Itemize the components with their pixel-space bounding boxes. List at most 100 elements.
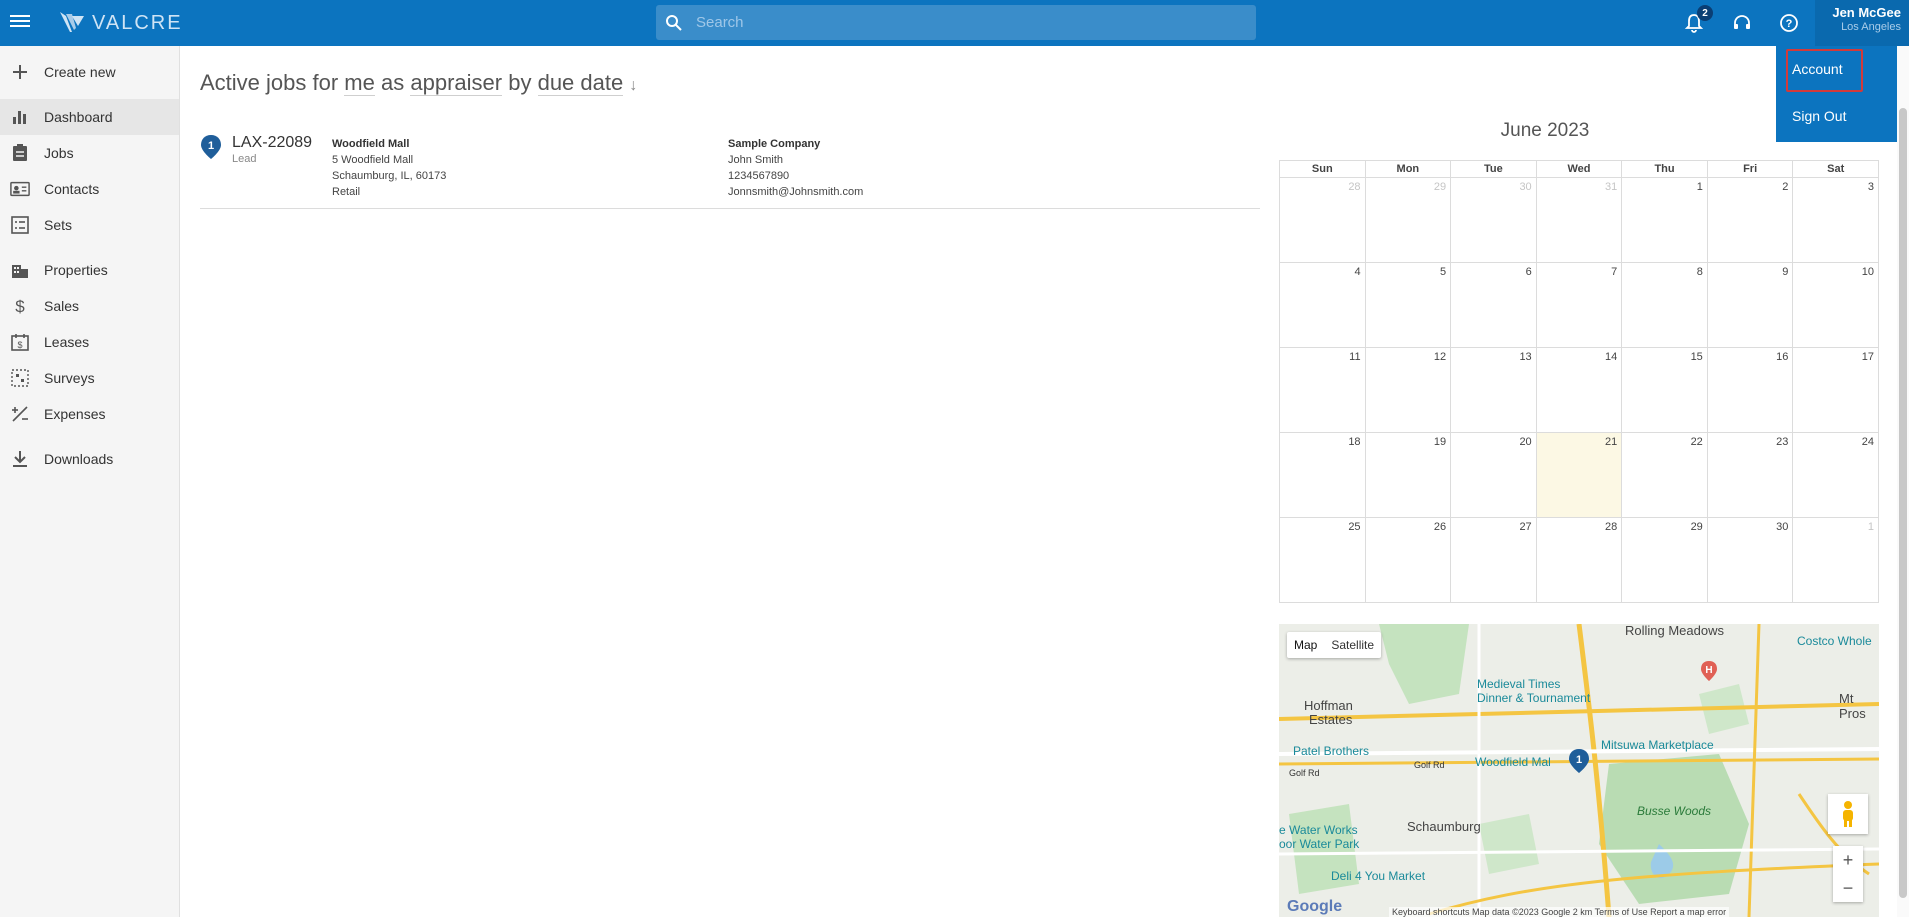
calendar-day[interactable]: 30 bbox=[1450, 177, 1537, 263]
menu-icon[interactable] bbox=[10, 12, 30, 32]
notifications-button[interactable]: 2 bbox=[1681, 5, 1713, 36]
calendar-day[interactable]: 29 bbox=[1621, 517, 1708, 603]
calendar-day[interactable]: 20 bbox=[1450, 432, 1537, 518]
calendar-day[interactable]: 1 bbox=[1621, 177, 1708, 263]
calendar-day[interactable]: 28 bbox=[1535, 517, 1623, 603]
calendar-day[interactable]: 25 bbox=[1279, 517, 1366, 603]
dollar-icon: $ bbox=[10, 296, 30, 316]
map-view[interactable]: Map Satellite Rolling Meadows Costco Who… bbox=[1279, 624, 1879, 917]
map-attribution: Keyboard shortcuts Map data ©2023 Google… bbox=[1389, 907, 1730, 917]
assignee-filter[interactable]: me bbox=[344, 70, 375, 96]
sidebar-item-label: Dashboard bbox=[44, 109, 113, 125]
client-company[interactable]: Sample Company bbox=[728, 138, 820, 150]
sidebar-item-downloads[interactable]: Downloads bbox=[0, 441, 179, 477]
calendar-day[interactable]: 15 bbox=[1621, 347, 1708, 433]
calendar-day[interactable]: 13 bbox=[1450, 347, 1537, 433]
calendar-day[interactable]: 12 bbox=[1364, 347, 1452, 433]
sidebar-item-dashboard[interactable]: Dashboard bbox=[0, 99, 179, 135]
calendar-day[interactable]: 18 bbox=[1279, 432, 1366, 518]
sort-filter[interactable]: due date bbox=[537, 70, 624, 96]
calendar-day[interactable]: 6 bbox=[1450, 262, 1537, 348]
app-logo[interactable]: VALCRE bbox=[58, 8, 183, 38]
sidebar-item-label: Properties bbox=[44, 262, 108, 278]
sidebar-item-surveys[interactable]: Surveys bbox=[0, 360, 179, 396]
svg-text:$: $ bbox=[15, 297, 25, 315]
calendar-day[interactable]: 16 bbox=[1706, 347, 1794, 433]
svg-text:?: ? bbox=[1786, 18, 1793, 30]
calendar-day[interactable]: 26 bbox=[1364, 517, 1452, 603]
client-name: John Smith bbox=[728, 154, 784, 166]
calendar-day[interactable]: 8 bbox=[1621, 262, 1708, 348]
sidebar-item-label: Contacts bbox=[44, 181, 100, 197]
map-job-marker-icon[interactable]: 1 bbox=[1568, 748, 1590, 774]
calendar-day[interactable]: 27 bbox=[1450, 517, 1537, 603]
user-menu-toggle[interactable]: Jen McGee Los Angeles bbox=[1815, 0, 1909, 46]
map-type-satellite-button[interactable]: Satellite bbox=[1324, 632, 1381, 658]
map-label-water-works: e Water Works bbox=[1279, 823, 1358, 837]
calendar-day[interactable]: 22 bbox=[1621, 432, 1708, 518]
calendar-day[interactable]: 24 bbox=[1792, 432, 1879, 518]
role-filter[interactable]: appraiser bbox=[410, 70, 503, 96]
headset-icon bbox=[1734, 15, 1750, 29]
weekday-header: Thu bbox=[1621, 160, 1708, 178]
sidebar-item-expenses[interactable]: Expenses bbox=[0, 396, 179, 432]
calendar-day[interactable]: 30 bbox=[1706, 517, 1794, 603]
sidebar-item-leases[interactable]: $ Leases bbox=[0, 324, 179, 360]
calendar-day[interactable]: 10 bbox=[1792, 262, 1879, 348]
map-label-hoffman: Hoffman bbox=[1304, 698, 1353, 713]
calendar-day[interactable]: 29 bbox=[1364, 177, 1452, 263]
sort-direction-icon[interactable]: ↓ bbox=[629, 77, 637, 94]
help-button[interactable]: ? bbox=[1776, 10, 1802, 36]
job-property-block: Woodfield Mall 5 Woodfield Mall Schaumbu… bbox=[332, 136, 446, 200]
calendar-week: 18 19 20 21 22 23 24 bbox=[1279, 432, 1879, 518]
sidebar-item-label: Create new bbox=[44, 64, 116, 80]
calendar-day-today[interactable]: 21 bbox=[1535, 432, 1623, 518]
property-type: Retail bbox=[332, 186, 361, 198]
calendar-day[interactable]: 31 bbox=[1535, 177, 1623, 263]
page-scrollbar[interactable] bbox=[1897, 46, 1909, 917]
sidebar-item-jobs[interactable]: Jobs bbox=[0, 135, 179, 171]
job-id-link[interactable]: LAX-22089 bbox=[232, 134, 312, 152]
search-bar[interactable] bbox=[656, 5, 1256, 40]
calendar-day[interactable]: 19 bbox=[1364, 432, 1452, 518]
lease-icon: $ bbox=[10, 332, 30, 352]
property-address-line2: Schaumburg, IL, 60173 bbox=[332, 170, 447, 182]
top-bar: VALCRE 2 ? Jen McGee Los Angeles bbox=[0, 0, 1909, 46]
calendar-day[interactable]: 9 bbox=[1706, 262, 1794, 348]
calendar-weekday-row: Sun Mon Tue Wed Thu Fri Sat bbox=[1279, 160, 1879, 178]
title-as: as bbox=[380, 70, 405, 95]
calendar-day[interactable]: 1 bbox=[1792, 517, 1879, 603]
sidebar-item-contacts[interactable]: Contacts bbox=[0, 171, 179, 207]
zoom-out-button[interactable]: − bbox=[1833, 874, 1863, 902]
calendar-day[interactable]: 11 bbox=[1279, 347, 1366, 433]
job-status: Lead bbox=[232, 153, 257, 165]
svg-text:$: $ bbox=[17, 340, 22, 350]
calendar-week: 4 5 6 7 8 9 10 bbox=[1279, 262, 1879, 348]
weekday-header: Tue bbox=[1450, 160, 1537, 178]
property-name[interactable]: Woodfield Mall bbox=[332, 138, 409, 150]
sidebar-item-sales[interactable]: $ Sales bbox=[0, 288, 179, 324]
sidebar-item-sets[interactable]: Sets bbox=[0, 207, 179, 243]
map-type-map-button[interactable]: Map bbox=[1287, 632, 1324, 658]
job-row[interactable]: 1 LAX-22089 Lead Woodfield Mall 5 Woodfi… bbox=[200, 128, 1260, 209]
calendar-week: 11 12 13 14 15 16 17 bbox=[1279, 347, 1879, 433]
hospital-icon: H bbox=[1701, 661, 1717, 681]
calendar-day[interactable]: 23 bbox=[1706, 432, 1794, 518]
street-view-pegman-button[interactable] bbox=[1828, 794, 1868, 834]
calendar-day[interactable]: 3 bbox=[1792, 177, 1879, 263]
sidebar-item-create-new[interactable]: Create new bbox=[0, 54, 179, 90]
calendar-day[interactable]: 7 bbox=[1535, 262, 1623, 348]
calendar-day[interactable]: 4 bbox=[1279, 262, 1366, 348]
calendar-day[interactable]: 14 bbox=[1535, 347, 1623, 433]
calendar-day[interactable]: 28 bbox=[1279, 177, 1366, 263]
calendar-day[interactable]: 2 bbox=[1706, 177, 1794, 263]
map-label-mitsuwa: Mitsuwa Marketplace bbox=[1601, 738, 1714, 752]
calendar-day[interactable]: 17 bbox=[1792, 347, 1879, 433]
sidebar-item-properties[interactable]: Properties bbox=[0, 252, 179, 288]
search-input[interactable] bbox=[692, 5, 1256, 40]
support-button[interactable] bbox=[1729, 10, 1755, 36]
calendar-day[interactable]: 5 bbox=[1364, 262, 1452, 348]
zoom-in-button[interactable]: + bbox=[1833, 846, 1863, 874]
calendar-week: 28 29 30 31 1 2 3 bbox=[1279, 177, 1879, 263]
scrollbar-thumb[interactable] bbox=[1899, 108, 1907, 898]
